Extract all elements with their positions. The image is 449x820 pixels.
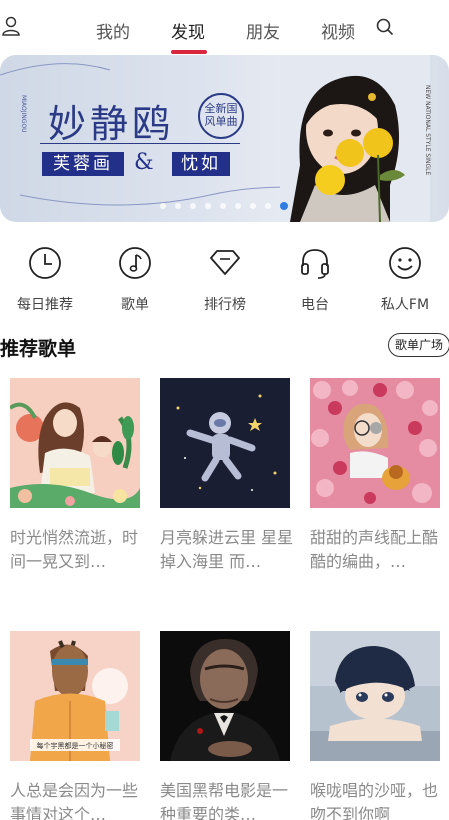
pager-dot[interactable] [160, 203, 166, 209]
active-tab-indicator [171, 50, 207, 54]
playlist-title: 月亮躲进云里 星星掉入海里 而… [160, 528, 294, 571]
playlist-title: 美国黑帮电影是一种重要的类… [160, 781, 289, 820]
headphones-icon [301, 249, 329, 279]
diamond-icon [210, 250, 240, 275]
banner-title: 妙静鸥 [48, 102, 175, 146]
banner-song-left: 芙蓉画 [42, 152, 124, 176]
playlist-title: 人总是会因为一些事情对这个… [10, 781, 139, 820]
quick-entry-label: 私人FM [380, 297, 430, 313]
cover-caption: 每个宇黑都是一个小秘密 [36, 742, 114, 750]
quick-entry-charts[interactable]: 排行榜 [195, 246, 255, 314]
playlist-title: 甜甜的声线配上酷酷的编曲，… [310, 528, 439, 571]
playlist-cover [10, 378, 140, 508]
quick-entry-label: 排行榜 [204, 297, 246, 313]
banner-vertical-text: NEW NATIONAL STYLE SINGLE [424, 85, 431, 176]
clock-icon [29, 247, 61, 279]
quick-entry-label: 每日推荐 [17, 297, 73, 313]
pager-dot[interactable] [250, 203, 256, 209]
banner-carousel[interactable]: MIAOJINGOU 妙静鸥 全新国风单曲 芙蓉画 & 忱如 NEW NATIO… [0, 55, 449, 222]
tab-discover[interactable]: 发现 [170, 18, 206, 43]
tab-video[interactable]: 视频 [320, 18, 356, 43]
banner-amp: & [134, 150, 154, 175]
banner-seal: 全新国风单曲 [198, 93, 244, 139]
playlist-title: 喉咙唱的沙哑，也吻不到你啊 [310, 781, 439, 820]
smile-icon [389, 247, 421, 279]
pager-dot[interactable] [265, 203, 271, 209]
banner-rule [40, 143, 240, 144]
quick-entry-label: 电台 [301, 297, 329, 313]
pager-dot[interactable] [220, 203, 226, 209]
pager-dot[interactable] [175, 203, 181, 209]
playlist-title: 时光悄然流逝，时间一晃又到… [10, 528, 139, 571]
playlist-cover [160, 631, 290, 761]
section-title: 推荐歌单 [0, 338, 77, 360]
quick-entry-label: 歌单 [121, 297, 149, 313]
playlist-cover [310, 631, 440, 761]
top-nav: 我的 发现 朋友 视频 [0, 0, 449, 56]
pager-dot[interactable] [235, 203, 241, 209]
search-icon[interactable] [376, 18, 394, 36]
banner-side-text: MIAOJINGOU [20, 95, 27, 133]
tab-friends[interactable]: 朋友 [245, 18, 281, 43]
quick-entry-playlists[interactable]: 歌单 [105, 246, 165, 314]
playlist-cover [160, 378, 290, 508]
user-icon[interactable] [2, 16, 20, 36]
pager-dot[interactable] [190, 203, 196, 209]
pager-dot-active[interactable] [280, 202, 288, 210]
quick-entry-radio[interactable]: 电台 [285, 246, 345, 314]
playlist-square-button[interactable]: 歌单广场 [388, 333, 449, 357]
banner-pager [0, 202, 449, 213]
music-note-icon [119, 247, 151, 279]
playlist-cover [310, 378, 440, 508]
quick-entry-fm[interactable]: 私人FM [375, 246, 435, 314]
tab-mine[interactable]: 我的 [95, 18, 131, 43]
pager-dot[interactable] [205, 203, 211, 209]
quick-entry-daily[interactable]: 每日推荐 [15, 246, 75, 314]
banner-artist-photo [280, 55, 430, 222]
banner-song-right: 忱如 [172, 152, 230, 176]
